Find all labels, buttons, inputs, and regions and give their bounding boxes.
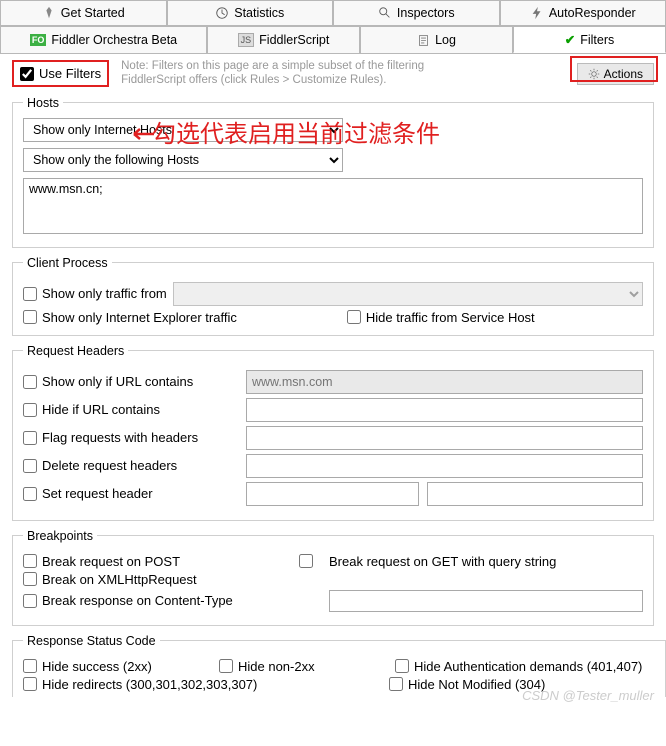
tabs-row-2: FO Fiddler Orchestra Beta JS FiddlerScri… xyxy=(0,26,666,54)
hide-redirect-checkbox[interactable] xyxy=(23,677,37,691)
actions-button[interactable]: Actions xyxy=(577,63,654,85)
tab-autoresponder[interactable]: AutoResponder xyxy=(500,0,666,25)
flag-headers-checkbox[interactable] xyxy=(23,431,37,445)
tab-label: Inspectors xyxy=(397,6,455,20)
response-status-legend: Response Status Code xyxy=(23,634,160,648)
use-filters-checkbox[interactable] xyxy=(20,67,34,81)
annotation-box-usefilters: Use Filters xyxy=(12,60,109,87)
hide-redirect-label[interactable]: Hide redirects (300,301,302,303,307) xyxy=(23,677,383,692)
delete-headers-checkbox[interactable] xyxy=(23,459,37,473)
tab-label: Log xyxy=(435,33,456,47)
hide-304-checkbox[interactable] xyxy=(389,677,403,691)
hosts-legend: Hosts xyxy=(23,96,63,110)
hide-non2xx-checkbox[interactable] xyxy=(219,659,233,673)
tab-label: Fiddler Orchestra Beta xyxy=(51,33,177,47)
clock-icon xyxy=(215,6,229,20)
set-header-checkbox[interactable] xyxy=(23,487,37,501)
hide-2xx-label[interactable]: Hide success (2xx) xyxy=(23,659,213,674)
rocket-icon xyxy=(42,6,56,20)
show-only-traffic-from-label[interactable]: Show only traffic from xyxy=(23,286,167,301)
hide-304-label[interactable]: Hide Not Modified (304) xyxy=(389,677,649,692)
break-post-checkbox[interactable] xyxy=(23,554,37,568)
annotation-text: 勾选代表启用当前过滤条件 xyxy=(152,114,440,149)
hide-auth-checkbox[interactable] xyxy=(395,659,409,673)
tab-fiddlerscript[interactable]: JS FiddlerScript xyxy=(207,26,360,53)
use-filters-label: Use Filters xyxy=(39,66,101,81)
flag-headers-input[interactable] xyxy=(246,426,643,450)
filters-panel: Use Filters Note: Filters on this page a… xyxy=(0,54,666,709)
tab-get-started[interactable]: Get Started xyxy=(0,0,167,25)
tab-inspectors[interactable]: Inspectors xyxy=(333,0,500,25)
hosts-textarea[interactable]: www.msn.cn; xyxy=(23,178,643,234)
hide-url-checkbox[interactable] xyxy=(23,403,37,417)
set-header-value-input[interactable] xyxy=(427,482,643,506)
show-only-ie-label[interactable]: Show only Internet Explorer traffic xyxy=(23,310,237,325)
tab-statistics[interactable]: Statistics xyxy=(167,0,334,25)
hide-service-host-label[interactable]: Hide traffic from Service Host xyxy=(347,310,535,325)
tab-filters[interactable]: ✔ Filters xyxy=(513,26,666,53)
js-icon: JS xyxy=(238,33,255,47)
response-status-fieldset: Response Status Code Hide success (2xx) … xyxy=(12,634,666,697)
set-header-name-input[interactable] xyxy=(246,482,419,506)
tabs-row-1: Get Started Statistics Inspectors AutoRe… xyxy=(0,0,666,26)
lightning-icon xyxy=(530,6,544,20)
tab-label: AutoResponder xyxy=(549,6,636,20)
show-only-ie-checkbox[interactable] xyxy=(23,310,37,324)
break-contenttype-checkbox[interactable] xyxy=(23,594,37,608)
break-contenttype-input[interactable] xyxy=(329,590,643,612)
client-process-fieldset: Client Process Show only traffic from Sh… xyxy=(12,256,654,336)
break-get-query-checkbox[interactable] xyxy=(299,554,313,568)
tab-label: Statistics xyxy=(234,6,284,20)
check-icon: ✔ xyxy=(565,32,575,47)
tab-label: Get Started xyxy=(61,6,125,20)
gear-icon xyxy=(588,68,600,80)
tab-fiddler-orchestra[interactable]: FO Fiddler Orchestra Beta xyxy=(0,26,207,53)
tab-log[interactable]: Log xyxy=(360,26,513,53)
host-filter-select[interactable]: Show only the following Hosts xyxy=(23,148,343,172)
process-select[interactable] xyxy=(173,282,643,306)
filters-note: Note: Filters on this page are a simple … xyxy=(117,60,569,88)
log-icon xyxy=(417,34,430,47)
show-only-traffic-from-checkbox[interactable] xyxy=(23,287,37,301)
client-process-legend: Client Process xyxy=(23,256,112,270)
break-xhr-checkbox[interactable] xyxy=(23,572,37,586)
hide-2xx-checkbox[interactable] xyxy=(23,659,37,673)
use-filters-row: Use Filters Note: Filters on this page a… xyxy=(12,60,654,88)
hide-auth-label[interactable]: Hide Authentication demands (401,407) xyxy=(395,659,655,674)
fo-icon: FO xyxy=(30,34,47,46)
hide-non2xx-label[interactable]: Hide non-2xx xyxy=(219,659,389,674)
tab-label: FiddlerScript xyxy=(259,33,329,47)
url-contains-checkbox[interactable] xyxy=(23,375,37,389)
url-contains-input[interactable] xyxy=(246,370,643,394)
delete-headers-input[interactable] xyxy=(246,454,643,478)
breakpoints-legend: Breakpoints xyxy=(23,529,97,543)
magnifier-icon xyxy=(378,6,392,20)
tab-label: Filters xyxy=(580,33,614,47)
actions-label: Actions xyxy=(604,67,643,81)
request-headers-fieldset: Request Headers Show only if URL contain… xyxy=(12,344,654,521)
request-headers-legend: Request Headers xyxy=(23,344,128,358)
hide-url-input[interactable] xyxy=(246,398,643,422)
hide-service-host-checkbox[interactable] xyxy=(347,310,361,324)
breakpoints-fieldset: Breakpoints Break request on POST Break … xyxy=(12,529,654,626)
